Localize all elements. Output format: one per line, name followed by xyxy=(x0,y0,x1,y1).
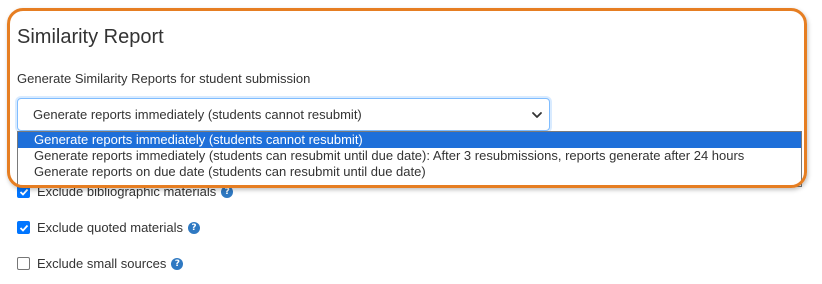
chevron-down-icon xyxy=(531,108,543,120)
exclude-quoted-label: Exclude quoted materials xyxy=(37,220,183,235)
dropdown-option[interactable]: Generate reports immediately (students c… xyxy=(18,148,801,164)
question-circle-icon[interactable]: ? xyxy=(221,185,234,198)
generate-reports-label: Generate Similarity Reports for student … xyxy=(17,71,311,86)
dropdown-option[interactable]: Generate reports immediately (students c… xyxy=(18,132,801,148)
dropdown-options-list: Generate reports immediately (students c… xyxy=(17,131,802,187)
generate-reports-select[interactable]: Generate reports immediately (students c… xyxy=(17,98,550,131)
dropdown-option[interactable]: Generate reports on due date (students c… xyxy=(18,164,801,180)
exclude-small-sources-row: Exclude small sources ? xyxy=(17,256,184,271)
exclude-quoted-checkbox[interactable] xyxy=(17,221,30,234)
question-circle-icon[interactable]: ? xyxy=(187,221,200,234)
section-title: Similarity Report xyxy=(17,26,164,48)
exclude-small-sources-checkbox[interactable] xyxy=(17,257,30,270)
similarity-report-panel: Similarity Report Generate Similarity Re… xyxy=(0,0,822,284)
select-current-value: Generate reports immediately (students c… xyxy=(33,107,362,122)
exclude-small-sources-label: Exclude small sources xyxy=(37,256,167,271)
checkmark-icon xyxy=(19,188,29,196)
exclude-quoted-row: Exclude quoted materials ? xyxy=(17,220,200,235)
checkmark-icon xyxy=(19,224,29,232)
question-circle-icon[interactable]: ? xyxy=(171,257,184,270)
